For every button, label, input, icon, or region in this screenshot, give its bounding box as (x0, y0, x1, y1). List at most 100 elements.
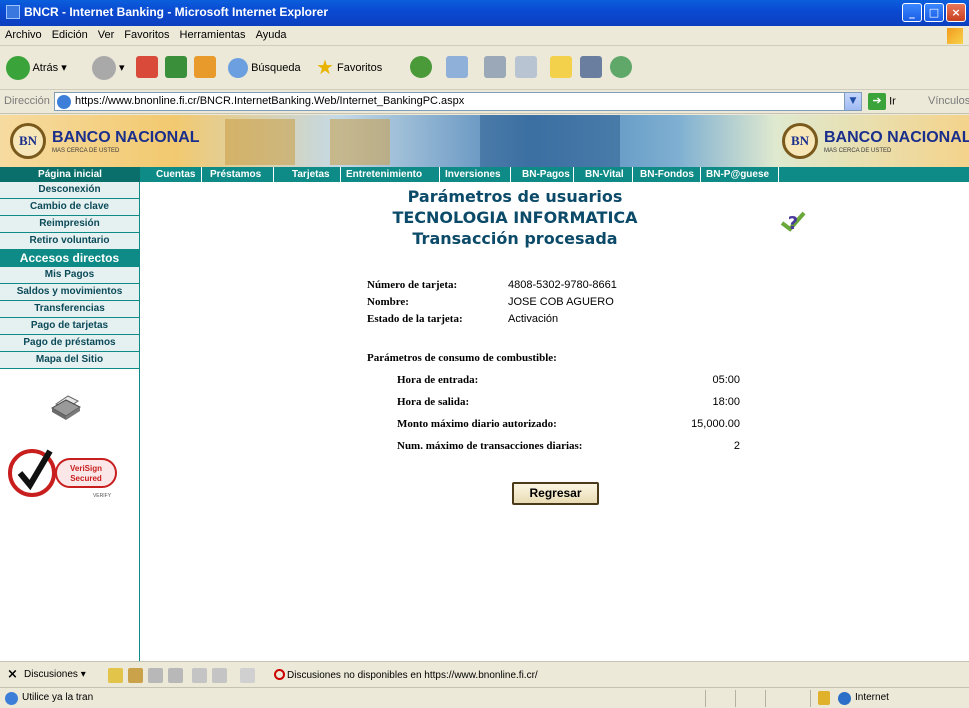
help-icon[interactable]: ? (778, 207, 808, 237)
nav-bn-vital[interactable]: BN-Vital (585, 167, 624, 182)
discussion-message: Discusiones no disponibles en https://ww… (274, 669, 538, 681)
go-label: Ir (889, 95, 896, 108)
sidebar-item-cambio-de-clave[interactable]: Cambio de clave (0, 199, 139, 216)
browser-window: BNCR - Internet Banking - Microsoft Inte… (0, 0, 969, 708)
svg-text:?: ? (788, 213, 798, 234)
entry-time-value: 05:00 (712, 374, 740, 386)
main-content: Parámetros de usuarios TECNOLOGIA INFORM… (150, 182, 969, 661)
minimize-button[interactable]: _ (902, 3, 922, 22)
print-icon[interactable] (484, 56, 506, 78)
sidebar-item-transferencias[interactable]: Transferencias (0, 301, 139, 318)
nav-divider (573, 167, 574, 182)
name-value: JOSE COB AGUERO (508, 296, 614, 308)
verisign-text: VeriSign (70, 464, 102, 473)
mail-icon[interactable] (446, 56, 468, 78)
max-daily-transactions-label: Num. máximo de transacciones diarias: (397, 440, 583, 452)
discussion-expand-icon[interactable] (148, 668, 163, 683)
home-icon[interactable] (194, 56, 216, 78)
menu-archivo[interactable]: Archivo (0, 26, 47, 44)
sidebar-item-mapa-del-sitio[interactable]: Mapa del Sitio (0, 352, 139, 369)
internet-zone-icon (838, 692, 851, 705)
maximize-button[interactable]: □ (924, 3, 944, 22)
regresar-button[interactable]: Regresar (512, 482, 599, 505)
page-title: Parámetros de usuarios (407, 187, 623, 206)
discussion-message-text: Discusiones no disponibles en https://ww… (287, 670, 538, 681)
bank-banner: BN BANCO NACIONAL MAS CERCA DE USTED BN … (0, 115, 969, 167)
secured-text: Secured (70, 474, 102, 483)
bank-logo-left[interactable]: BN BANCO NACIONAL MAS CERCA DE USTED (10, 123, 210, 159)
favorites-label: Favoritos (337, 62, 383, 74)
printer-icon[interactable] (48, 392, 82, 422)
fuel-params-heading: Parámetros de consumo de combustible: (367, 352, 557, 364)
discussion-reply-icon[interactable] (128, 668, 143, 683)
address-dropdown-icon[interactable]: ▼ (844, 93, 861, 110)
forward-button[interactable]: ▾ (92, 54, 125, 82)
sidebar-item-mis-pagos[interactable]: Mis Pagos (0, 267, 139, 284)
nav-cuentas[interactable]: Cuentas (156, 167, 195, 182)
links-label[interactable]: Vínculos (928, 95, 969, 107)
favorites-button[interactable]: ★ Favoritos (316, 54, 382, 82)
sidebar-item-retiro-voluntario[interactable]: Retiro voluntario (0, 233, 139, 250)
discussion-new-icon[interactable] (108, 668, 123, 683)
menu-edicion[interactable]: Edición (47, 26, 93, 44)
address-input[interactable]: https://www.bnonline.fi.cr/BNCR.Internet… (54, 92, 862, 111)
back-button[interactable]: Atrás ▾ (6, 54, 67, 82)
status-bar: Utilice ya la tran Internet (0, 687, 969, 708)
close-button[interactable]: × (946, 3, 966, 22)
refresh-icon[interactable] (165, 56, 187, 78)
bank-tagline-2: MAS CERCA DE USTED (824, 148, 892, 154)
nav-entretenimiento[interactable]: Entretenimiento (346, 167, 422, 182)
menu-ayuda[interactable]: Ayuda (251, 26, 292, 44)
menu-bar: Archivo Edición Ver Favoritos Herramientas Ay… (0, 26, 969, 46)
sidebar-item-reimpresion[interactable]: Reimpresión (0, 216, 139, 233)
go-button[interactable]: ➔ Ir (868, 93, 896, 111)
discussion-next-icon[interactable] (212, 668, 227, 683)
toolbar: Atrás ▾ ▾ Búsqueda ★ Favoritos (0, 46, 969, 90)
nav-bn-fondos[interactable]: BN-Fondos (640, 167, 694, 182)
status-cell (765, 690, 810, 707)
history-icon[interactable] (410, 56, 432, 78)
discussion-prev-icon[interactable] (192, 668, 207, 683)
nav-divider (778, 167, 779, 182)
address-url: https://www.bnonline.fi.cr/BNCR.Internet… (75, 95, 465, 107)
sidebar-item-saldos-y-movimientos[interactable]: Saldos y movimientos (0, 284, 139, 301)
menu-herramientas[interactable]: Herramientas (175, 26, 251, 44)
discussion-pane-icon[interactable] (240, 668, 255, 683)
status-page-icon (5, 692, 18, 705)
address-bar: Dirección https://www.bnonline.fi.cr/BNC… (0, 90, 969, 114)
nav-bn-paguese[interactable]: BN-P@guese (706, 167, 769, 182)
edit-icon[interactable] (515, 56, 537, 78)
folder-icon[interactable] (550, 56, 572, 78)
title-bar: BNCR - Internet Banking - Microsoft Inte… (0, 0, 969, 26)
building-image-2 (330, 119, 390, 165)
back-label: Atrás (32, 62, 59, 74)
research-icon[interactable] (580, 56, 602, 78)
page-subtitle-department: TECNOLOGIA INFORMATICA (392, 208, 638, 227)
nav-bn-pagos[interactable]: BN-Pagos (522, 167, 570, 182)
sidebar-item-pago-de-tarjetas[interactable]: Pago de tarjetas (0, 318, 139, 335)
discussion-collapse-icon[interactable] (168, 668, 183, 683)
sidebar-item-desconexion[interactable]: Desconexión (0, 182, 139, 199)
verisign-seal-icon[interactable]: VeriSign Secured VERIFY (6, 437, 134, 505)
search-button[interactable]: Búsqueda (228, 54, 301, 82)
nav-divider (340, 167, 341, 182)
discussion-menu-button[interactable]: Discusiones ▾ (24, 669, 86, 680)
sidebar-item-pago-de-prestamos[interactable]: Pago de préstamos (0, 335, 139, 352)
name-label: Nombre: (367, 296, 409, 308)
nav-prestamos[interactable]: Préstamos (210, 167, 261, 182)
nav-pagina-inicial[interactable]: Página inicial (0, 167, 140, 182)
card-number-value: 4808-5302-9780-8661 (508, 279, 617, 291)
lock-icon[interactable] (818, 691, 830, 705)
page-viewport: BN BANCO NACIONAL MAS CERCA DE USTED BN … (0, 115, 969, 661)
stop-icon[interactable] (136, 56, 158, 78)
sidebar: Desconexión Cambio de clave Reimpresión … (0, 182, 140, 661)
menu-favoritos[interactable]: Favoritos (119, 26, 174, 44)
nav-tarjetas[interactable]: Tarjetas (292, 167, 330, 182)
messenger-icon[interactable] (610, 56, 632, 78)
nav-inversiones[interactable]: Inversiones (445, 167, 501, 182)
status-text: Utilice ya la tran (22, 692, 94, 703)
menu-ver[interactable]: Ver (93, 26, 120, 44)
discussion-close-icon[interactable]: × (7, 667, 18, 682)
building-image (225, 119, 295, 165)
nav-divider (439, 167, 440, 182)
